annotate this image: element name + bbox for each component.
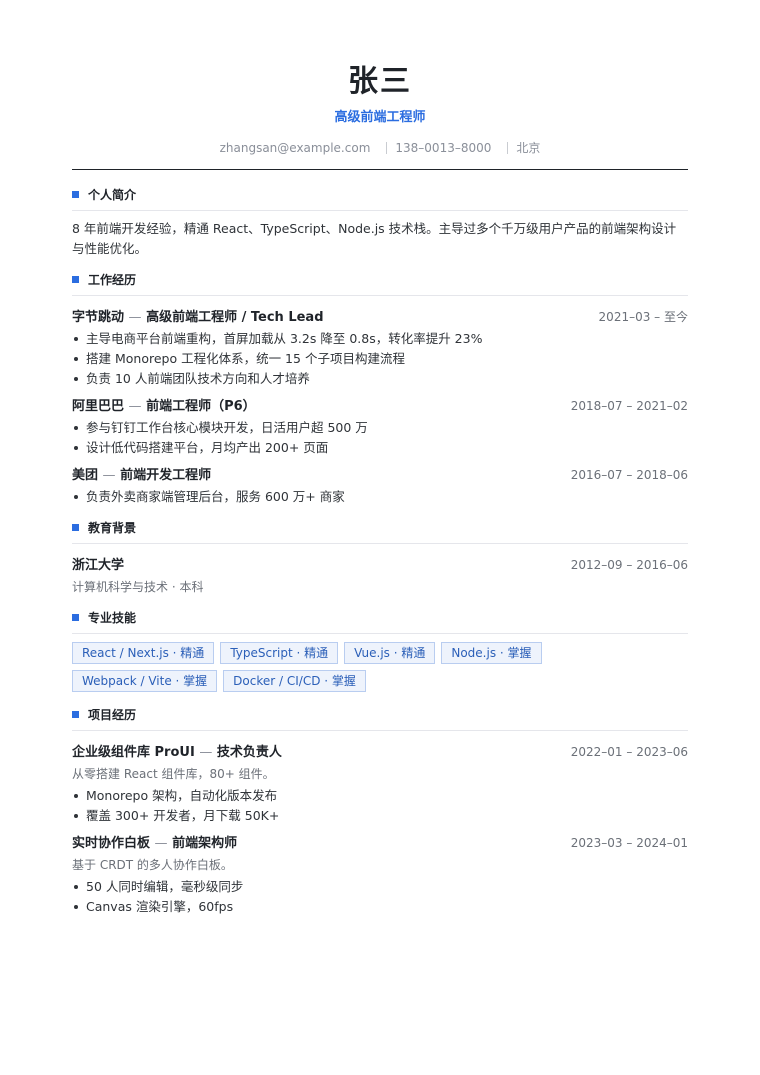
work-company: 阿里巴巴	[72, 399, 125, 414]
work-bullets: 负责外卖商家端管理后台，服务 600 万+ 商家	[72, 487, 688, 507]
resume-header: 张三 高级前端工程师 zhangsan@example.com 138–0013…	[72, 0, 688, 156]
contact-email: zhangsan@example.com	[219, 140, 371, 155]
skill-chip: TypeScript · 精通	[220, 642, 339, 664]
project-desc: 从零搭建 React 组件库，80+ 组件。	[72, 767, 275, 781]
section-education: 教育背景 浙江大学 2012–09 – 2016–06 计算机科学与技术 · 本…	[72, 519, 688, 595]
work-role: 前端工程师（P6）	[146, 399, 256, 414]
bullet-item: 设计低代码搭建平台，月均产出 200+ 页面	[72, 438, 688, 458]
skill-chip-list: React / Next.js · 精通 TypeScript · 精通 Vue…	[72, 642, 688, 692]
candidate-name: 张三	[348, 64, 412, 99]
contact-phone: 138–0013–8000	[395, 140, 492, 155]
bullet-item: 主导电商平台前端重构，首屏加载从 3.2s 降至 0.8s，转化率提升 23%	[72, 329, 688, 349]
section-heading: 教育背景	[72, 519, 688, 544]
section-marker	[72, 191, 79, 198]
project-desc: 基于 CRDT 的多人协作白板。	[72, 858, 233, 872]
work-entry-title: 字节跳动 — 高级前端工程师 / Tech Lead	[72, 306, 324, 325]
work-entry: 字节跳动 — 高级前端工程师 / Tech Lead 2021–03 – 至今 …	[72, 306, 688, 389]
title-dash: —	[199, 745, 213, 760]
header-rule	[72, 169, 688, 170]
contact-line: zhangsan@example.com 138–0013–8000 北京	[72, 139, 688, 156]
skill-chip: React / Next.js · 精通	[72, 642, 215, 664]
education-date: 2012–09 – 2016–06	[570, 558, 688, 572]
section-skills: 专业技能 React / Next.js · 精通 TypeScript · 精…	[72, 609, 688, 692]
education-school: 浙江大学	[72, 558, 125, 573]
project-date: 2023–03 – 2024–01	[570, 836, 688, 850]
title-dash: —	[102, 468, 116, 483]
section-heading-text: 专业技能	[88, 611, 137, 625]
section-heading: 专业技能	[72, 609, 688, 634]
section-heading-text: 项目经历	[88, 708, 137, 722]
candidate-title: 高级前端工程师	[334, 110, 426, 125]
project-bullets: Monorepo 架构，自动化版本发布 覆盖 300+ 开发者，月下载 50K+	[72, 786, 688, 826]
section-heading-text: 个人简介	[88, 188, 137, 202]
work-date: 2021–03 – 至今	[598, 310, 688, 324]
bullet-item: 50 人同时编辑，毫秒级同步	[72, 877, 688, 897]
project-title: 实时协作白板 — 前端架构师	[72, 832, 237, 851]
section-heading: 个人简介	[72, 186, 688, 211]
skill-chip: Docker / CI/CD · 掌握	[223, 670, 366, 692]
section-marker	[72, 276, 79, 283]
skill-chip: Node.js · 掌握	[441, 642, 542, 664]
education-entry: 浙江大学 2012–09 – 2016–06 计算机科学与技术 · 本科	[72, 554, 688, 595]
work-company: 美团	[72, 468, 99, 483]
title-dash: —	[128, 310, 142, 325]
bullet-item: Canvas 渲染引擎，60fps	[72, 897, 688, 917]
bullet-item: 负责 10 人前端团队技术方向和人才培养	[72, 369, 688, 389]
summary-text: 8 年前端开发经验，精通 React、TypeScript、Node.js 技术…	[72, 221, 677, 256]
work-entry: 阿里巴巴 — 前端工程师（P6） 2018–07 – 2021–02 参与钉钉工…	[72, 395, 688, 458]
section-marker	[72, 524, 79, 531]
section-marker	[72, 614, 79, 621]
work-company: 字节跳动	[72, 310, 125, 325]
bullet-item: 负责外卖商家端管理后台，服务 600 万+ 商家	[72, 487, 688, 507]
work-entry: 美团 — 前端开发工程师 2016–07 – 2018–06 负责外卖商家端管理…	[72, 464, 688, 507]
project-title: 企业级组件库 ProUI — 技术负责人	[72, 741, 282, 760]
project-date: 2022–01 – 2023–06	[570, 745, 688, 759]
section-heading: 工作经历	[72, 271, 688, 296]
contact-city: 北京	[516, 141, 541, 155]
work-entry-title: 美团 — 前端开发工程师	[72, 464, 211, 483]
project-bullets: 50 人同时编辑，毫秒级同步 Canvas 渲染引擎，60fps	[72, 877, 688, 917]
section-projects: 项目经历 企业级组件库 ProUI — 技术负责人 2022–01 – 2023…	[72, 706, 688, 917]
project-name: 实时协作白板	[72, 836, 151, 851]
section-marker	[72, 711, 79, 718]
work-date: 2016–07 – 2018–06	[570, 468, 688, 482]
project-role: 前端架构师	[172, 836, 238, 851]
bullet-item: Monorepo 架构，自动化版本发布	[72, 786, 688, 806]
work-bullets: 参与钉钉工作台核心模块开发，日活用户超 500 万 设计低代码搭建平台，月均产出…	[72, 418, 688, 458]
bullet-item: 参与钉钉工作台核心模块开发，日活用户超 500 万	[72, 418, 688, 438]
education-detail: 计算机科学与技术 · 本科	[72, 580, 204, 594]
project-name: 企业级组件库 ProUI	[72, 745, 195, 760]
section-heading-text: 教育背景	[88, 521, 137, 535]
resume-page: 张三 高级前端工程师 zhangsan@example.com 138–0013…	[0, 0, 760, 1075]
bullet-item: 覆盖 300+ 开发者，月下载 50K+	[72, 806, 688, 826]
project-entry: 实时协作白板 — 前端架构师 2023–03 – 2024–01 基于 CRDT…	[72, 832, 688, 917]
work-entry-title: 阿里巴巴 — 前端工程师（P6）	[72, 395, 256, 414]
work-bullets: 主导电商平台前端重构，首屏加载从 3.2s 降至 0.8s，转化率提升 23% …	[72, 329, 688, 389]
work-role: 高级前端工程师 / Tech Lead	[146, 310, 324, 325]
section-work: 工作经历 字节跳动 — 高级前端工程师 / Tech Lead 2021–03 …	[72, 271, 688, 507]
skill-chip: Vue.js · 精通	[344, 642, 436, 664]
skill-chip: Webpack / Vite · 掌握	[72, 670, 218, 692]
section-heading: 项目经历	[72, 706, 688, 731]
section-heading-text: 工作经历	[88, 273, 137, 287]
work-role: 前端开发工程师	[120, 468, 212, 483]
title-dash: —	[128, 399, 142, 414]
contact-divider	[507, 141, 509, 154]
section-summary: 个人简介 8 年前端开发经验，精通 React、TypeScript、Node.…	[72, 186, 688, 259]
contact-divider	[386, 141, 388, 154]
bullet-item: 搭建 Monorepo 工程化体系，统一 15 个子项目构建流程	[72, 349, 688, 369]
project-role: 技术负责人	[216, 745, 282, 760]
project-entry: 企业级组件库 ProUI — 技术负责人 2022–01 – 2023–06 从…	[72, 741, 688, 826]
title-dash: —	[154, 836, 168, 851]
work-date: 2018–07 – 2021–02	[570, 399, 688, 413]
